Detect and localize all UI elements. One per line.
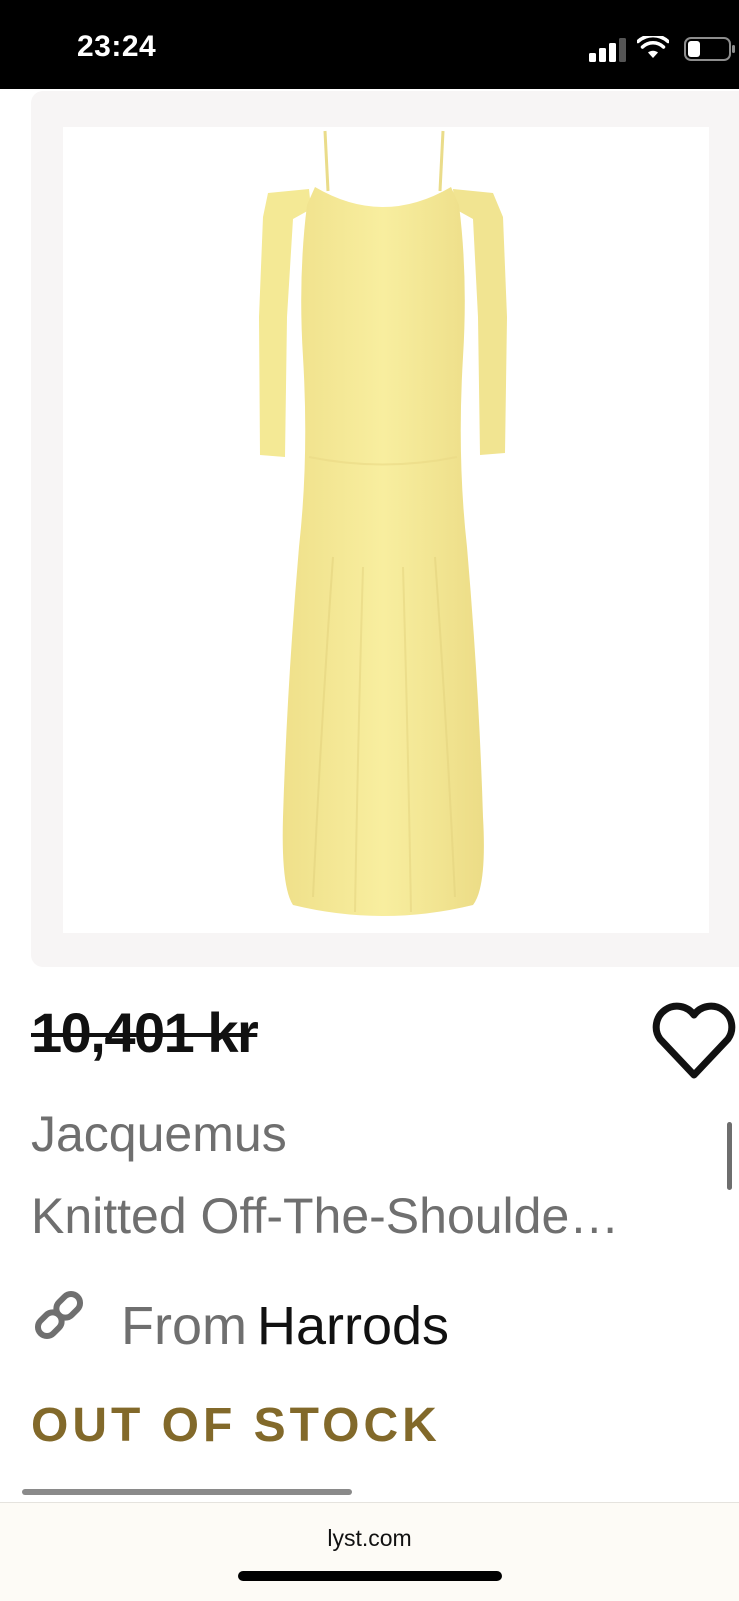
status-time: 23:24 [77,30,157,63]
product-card[interactable] [31,91,739,967]
battery-icon [684,37,735,61]
yellow-dress-image[interactable] [63,127,709,933]
retailer-name[interactable]: Harrods [257,1296,449,1356]
home-indicator[interactable] [238,1571,502,1581]
wifi-icon [637,36,669,58]
original-price: 10,401 kr [31,1001,259,1064]
product-image-frame[interactable] [63,127,709,933]
heart-icon[interactable] [650,997,738,1085]
stock-status: OUT OF STOCK [31,1399,441,1452]
horizontal-scrollbar[interactable] [22,1489,352,1495]
retailer-line[interactable]: From Harrods [121,1295,449,1357]
signal-icon [589,38,626,62]
link-icon [34,1290,84,1340]
browser-bar: lyst.com [0,1502,739,1601]
browser-url[interactable]: lyst.com [0,1525,739,1552]
status-bar: 23:24 [0,0,739,89]
vertical-scrollbar[interactable] [727,1122,732,1190]
product-title[interactable]: Knitted Off-The-Shoulde… [31,1187,731,1245]
brand-name[interactable]: Jacquemus [31,1105,287,1163]
retailer-prefix: From [121,1296,247,1356]
